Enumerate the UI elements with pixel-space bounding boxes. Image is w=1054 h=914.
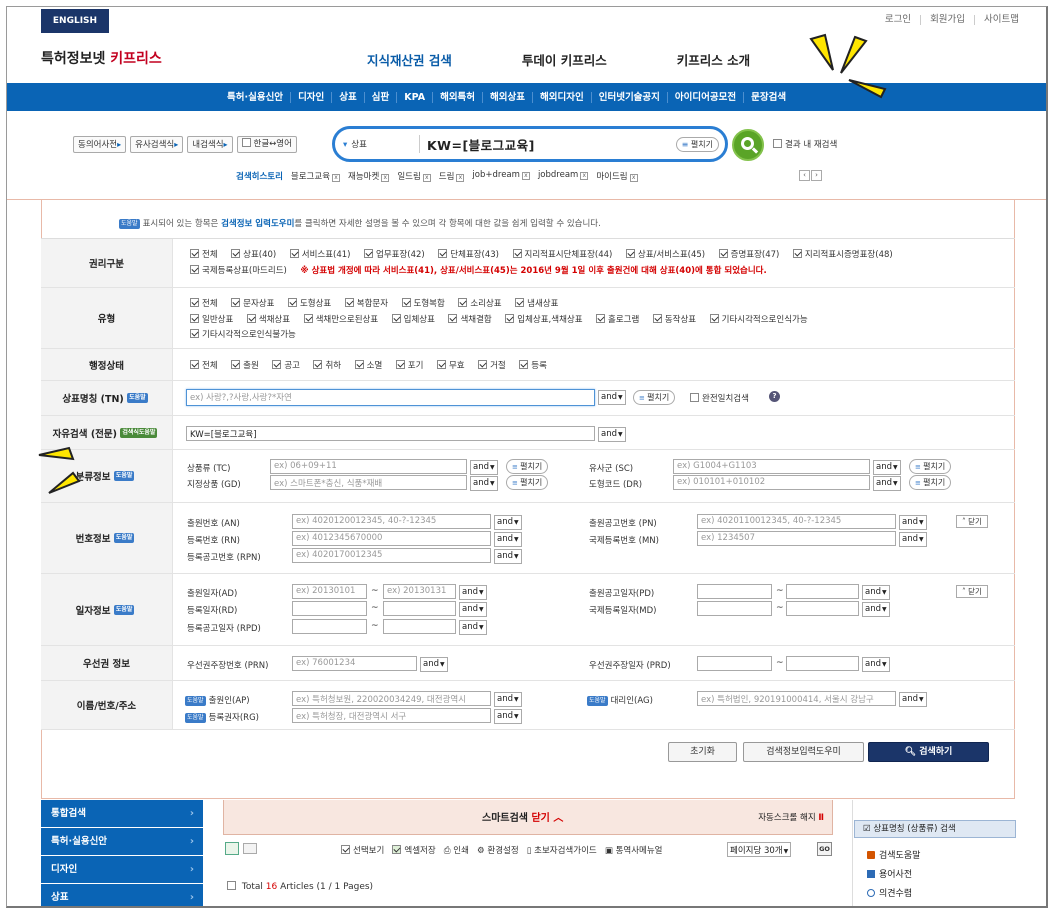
annotation-mark [848,79,887,99]
annotation-mark [48,471,81,494]
page-frame: ENGLISH 로그인 회원가입 사이트맵 특허정보넷 키프리스 지식재산권 검… [6,6,1048,908]
annotation-mark [809,33,834,71]
annotation-mark [840,35,868,74]
annotation-mark [38,446,75,461]
annotation-overlay [38,33,887,494]
